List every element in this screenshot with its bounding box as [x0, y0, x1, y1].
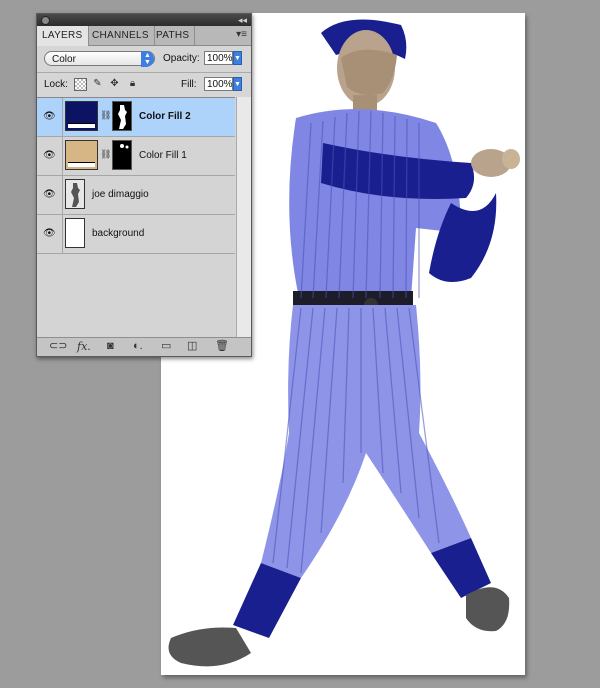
tab-layers[interactable]: LAYERS [37, 26, 89, 46]
opacity-field[interactable]: 100% [204, 51, 233, 65]
visibility-toggle[interactable]: 👁︎ [37, 215, 63, 253]
link-layers-icon[interactable]: ⊂⊃ [49, 340, 67, 353]
trash-icon[interactable]: 🗑︎ [215, 340, 229, 353]
fill-thumbnail [65, 140, 98, 170]
fill-field[interactable]: 100% [204, 77, 233, 91]
lock-label: Lock: [44, 79, 68, 90]
lock-position-icon[interactable]: ✥ [109, 78, 120, 89]
layers-scrollbar[interactable] [236, 97, 251, 338]
layer-name: joe dimaggio [92, 189, 149, 200]
layer-row-joe-dimaggio[interactable]: 👁︎ joe dimaggio [37, 176, 235, 215]
tab-paths[interactable]: PATHS [151, 26, 196, 45]
eye-icon: 👁︎ [43, 150, 56, 161]
layer-mask-thumbnail[interactable] [112, 140, 132, 170]
add-mask-icon[interactable]: ◙ [107, 340, 114, 353]
link-icon[interactable]: ⛓︎ [100, 149, 111, 160]
visibility-toggle[interactable]: 👁︎ [37, 98, 63, 136]
lock-transparency-icon[interactable] [74, 78, 87, 91]
fx-icon[interactable]: fx. [77, 340, 91, 353]
blend-mode-value: Color [52, 54, 76, 65]
panel-bottom-bar: ⊂⊃ fx. ◙ ◐. ▭ ◫ 🗑︎ [37, 337, 251, 356]
fill-thumbnail [65, 101, 98, 131]
collapse-icon[interactable]: ◂◂ [238, 14, 247, 26]
eye-icon: 👁︎ [43, 111, 56, 122]
eye-icon: 👁︎ [43, 189, 56, 200]
panel-tabs: LAYERS CHANNELS PATHS ▾≡ [37, 26, 251, 46]
layer-name: Color Fill 1 [139, 150, 187, 161]
link-icon[interactable]: ⛓︎ [100, 110, 111, 121]
layer-name: Color Fill 2 [139, 111, 191, 122]
blend-opacity-row: Color ▲ ▼ Opacity: 100% ▼ [37, 46, 251, 72]
layer-mask-thumbnail[interactable] [112, 101, 132, 131]
select-arrows-icon: ▲ ▼ [141, 51, 154, 67]
lock-all-icon[interactable]: 🔒︎ [127, 78, 138, 89]
eye-icon: 👁︎ [43, 228, 56, 239]
layer-name: background [92, 228, 145, 239]
fill-label: Fill: [181, 79, 197, 90]
adjustment-layer-icon[interactable]: ◐. [133, 340, 143, 353]
new-group-icon[interactable]: ▭ [161, 340, 171, 353]
lock-paint-icon[interactable]: ✎ [92, 78, 103, 89]
close-icon[interactable] [41, 16, 50, 25]
lock-fill-row: Lock: ✎ ✥ 🔒︎ Fill: 100% ▼ [37, 72, 251, 95]
visibility-toggle[interactable]: 👁︎ [37, 176, 63, 214]
new-layer-icon[interactable]: ◫ [187, 340, 197, 353]
blend-mode-select[interactable]: Color ▲ ▼ [44, 51, 155, 67]
layers-panel: ◂◂ LAYERS CHANNELS PATHS ▾≡ Color ▲ ▼ Opa… [36, 13, 252, 357]
layer-row-background[interactable]: 👁︎ background [37, 215, 235, 254]
panel-menu-icon[interactable]: ▾≡ [236, 29, 247, 40]
fill-dropdown-icon[interactable]: ▼ [233, 77, 242, 91]
layer-row-color-fill-1[interactable]: 👁︎ ⛓︎ Color Fill 1 [37, 137, 235, 176]
layers-list: 👁︎ ⛓︎ Color Fill 2 👁︎ ⛓︎ Color Fill 1 👁︎… [37, 97, 235, 339]
visibility-toggle[interactable]: 👁︎ [37, 137, 63, 175]
tab-channels[interactable]: CHANNELS [87, 26, 155, 45]
layer-row-color-fill-2[interactable]: 👁︎ ⛓︎ Color Fill 2 [37, 98, 235, 137]
panel-titlebar[interactable]: ◂◂ [37, 14, 251, 26]
opacity-label: Opacity: [163, 53, 200, 64]
photo-thumbnail [65, 179, 85, 209]
opacity-dropdown-icon[interactable]: ▼ [233, 51, 242, 65]
background-thumbnail [65, 218, 85, 248]
